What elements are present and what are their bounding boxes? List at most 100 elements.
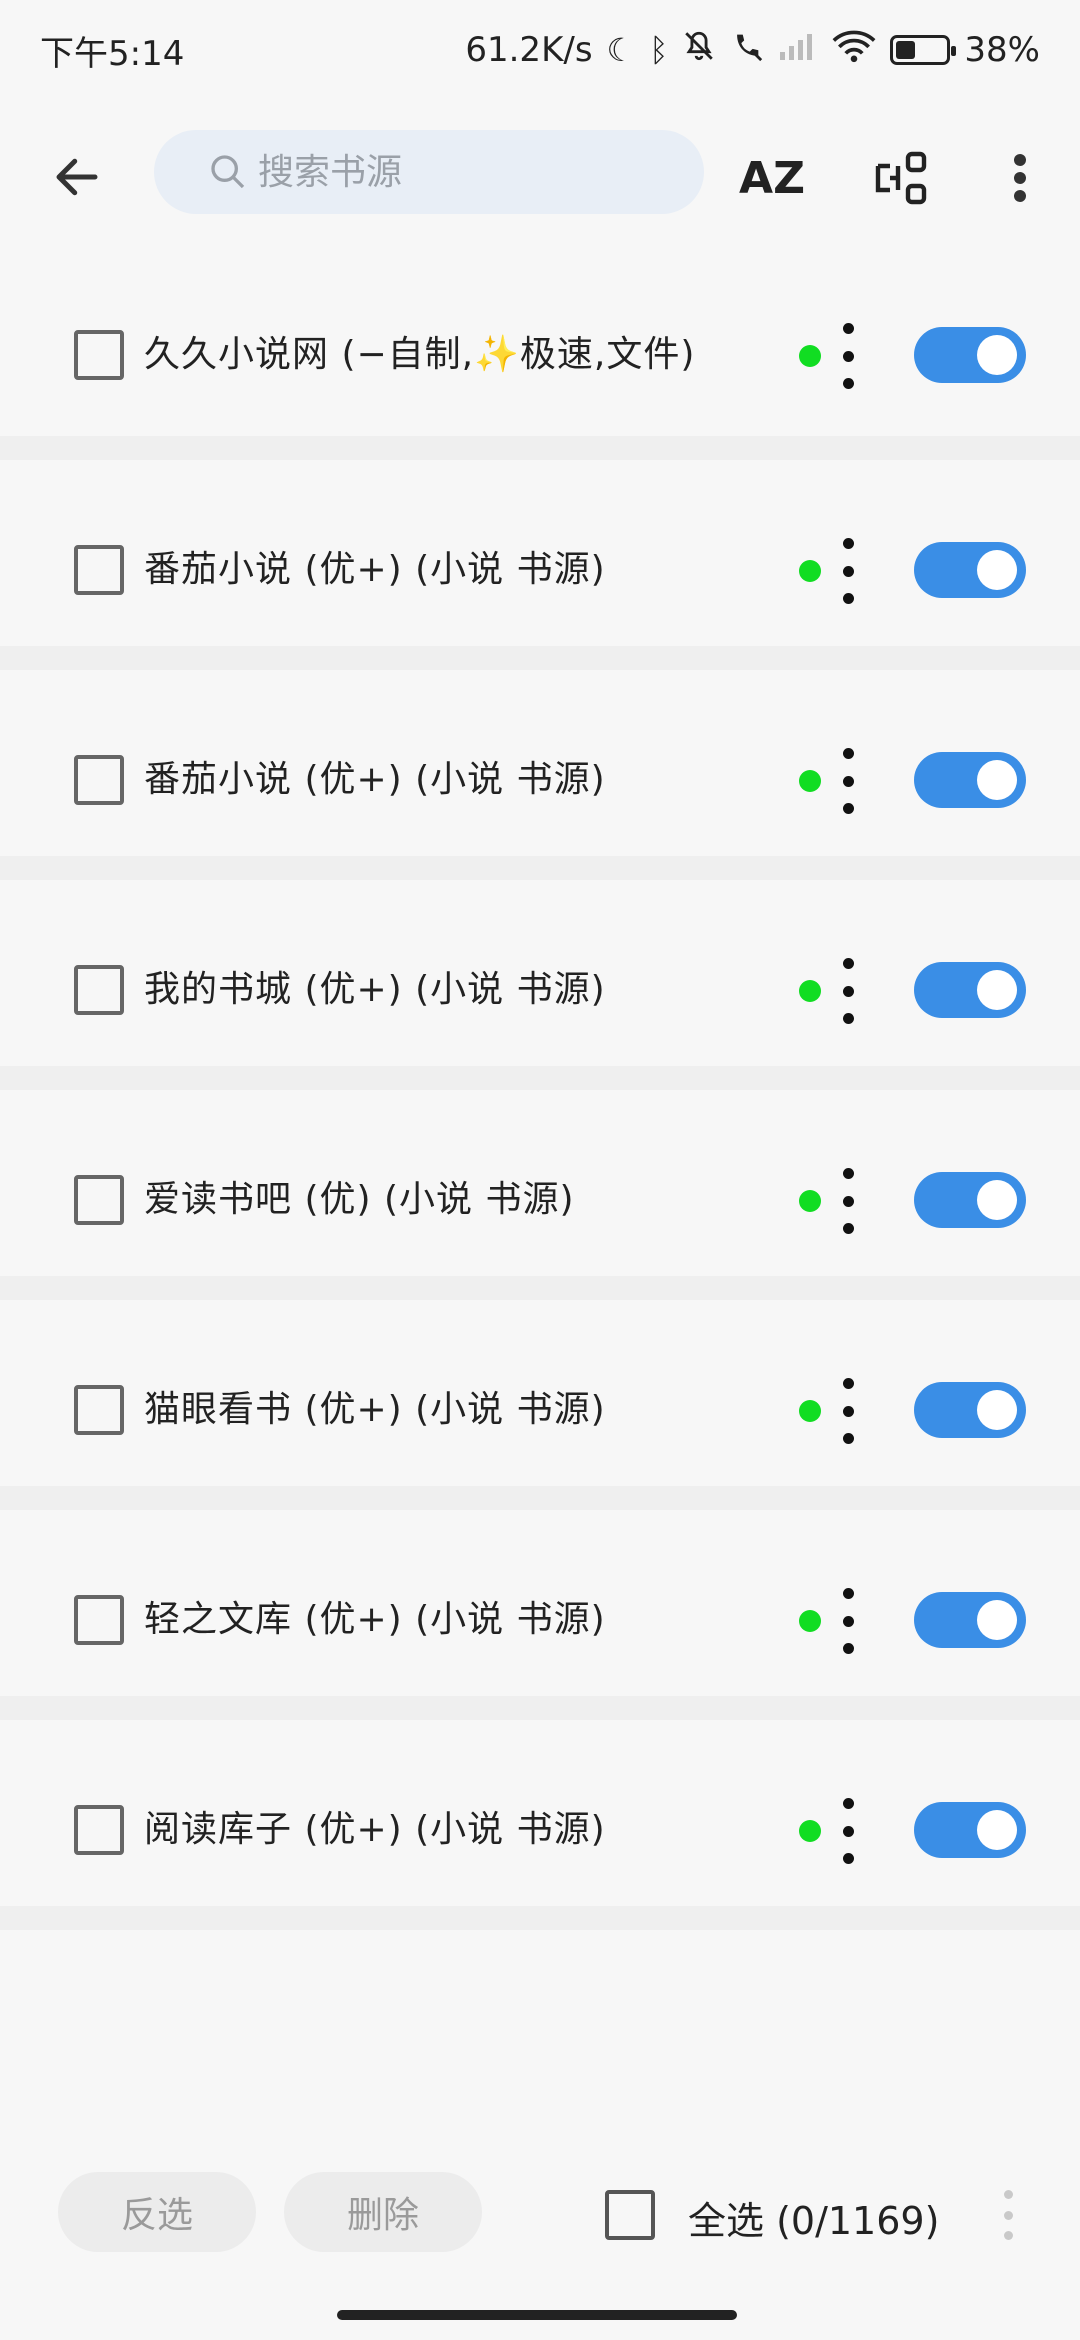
status-dot-icon [799, 770, 821, 792]
status-dot-icon [799, 1400, 821, 1422]
source-checkbox[interactable] [74, 1385, 124, 1435]
select-all-label[interactable]: 全选 (0/1169) [688, 2190, 939, 2245]
source-row[interactable]: 番茄小说 (优+) (小说 书源) [0, 460, 1080, 670]
more-dot-icon [842, 1013, 854, 1024]
more-dot-icon [842, 1195, 854, 1207]
source-checkbox[interactable] [74, 330, 124, 380]
source-enable-toggle[interactable] [914, 752, 1026, 808]
status-icons: 61.2K/s ☾ ᛒ 38% [465, 29, 1040, 71]
more-dot-icon [842, 748, 854, 759]
row-more-button[interactable] [830, 1378, 866, 1444]
search-icon [211, 155, 245, 189]
source-checkbox[interactable] [74, 1595, 124, 1645]
source-enable-toggle[interactable] [914, 1382, 1026, 1438]
row-more-button[interactable] [830, 1588, 866, 1654]
bottom-action-bar: 反选 删除 全选 (0/1169) [0, 2120, 1080, 2340]
more-dot-icon [842, 1825, 854, 1837]
toggle-knob [977, 1390, 1017, 1430]
sort-az-icon: AZ [739, 152, 805, 204]
search-input[interactable] [258, 151, 658, 193]
toolbar: AZ [0, 120, 1080, 230]
source-row[interactable]: 番茄小说 (优+) (小说 书源) [0, 670, 1080, 880]
more-dot-icon [842, 958, 854, 969]
more-dot-icon [842, 1223, 854, 1234]
back-button[interactable] [40, 140, 114, 214]
signal-icon [778, 30, 818, 70]
group-button[interactable] [862, 138, 942, 218]
more-dot-icon [842, 1168, 854, 1179]
more-dot-icon [1003, 2190, 1013, 2199]
more-dot-icon [1003, 2210, 1013, 2220]
delete-button[interactable]: 删除 [284, 2172, 482, 2252]
status-dot-icon [799, 980, 821, 1002]
toggle-knob [977, 550, 1017, 590]
battery-percent: 38% [964, 30, 1040, 70]
more-dot-icon [842, 1378, 854, 1389]
source-checkbox[interactable] [74, 1805, 124, 1855]
source-enable-toggle[interactable] [914, 327, 1026, 383]
source-checkbox[interactable] [74, 1175, 124, 1225]
source-name: 猫眼看书 (优+) (小说 书源) [144, 1389, 606, 1430]
source-name: 久久小说网 (−自制,✨极速,文件) [144, 334, 696, 375]
moon-icon: ☾ [606, 31, 636, 69]
source-enable-toggle[interactable] [914, 1802, 1026, 1858]
source-row[interactable]: 阅读库子 (优+) (小说 书源) [0, 1720, 1080, 1930]
select-all-checkbox[interactable] [605, 2190, 655, 2240]
source-name: 番茄小说 (优+) (小说 书源) [144, 759, 606, 800]
sort-button[interactable]: AZ [732, 138, 812, 218]
wifi-icon [832, 29, 876, 71]
more-dot-icon [842, 1853, 854, 1864]
source-enable-toggle[interactable] [914, 542, 1026, 598]
battery-icon [890, 35, 957, 65]
source-row[interactable]: 久久小说网 (−自制,✨极速,文件) [0, 245, 1080, 460]
status-dot-icon [799, 1820, 821, 1842]
source-name: 爱读书吧 (优) (小说 书源) [144, 1179, 575, 1220]
bottom-more-button[interactable] [1000, 2190, 1016, 2240]
status-dot-icon [799, 1190, 821, 1212]
source-checkbox[interactable] [74, 965, 124, 1015]
status-bar: 下午5:14 61.2K/s ☾ ᛒ 38% [0, 0, 1080, 100]
source-row[interactable]: 轻之文库 (优+) (小说 书源) [0, 1510, 1080, 1720]
source-row[interactable]: 我的书城 (优+) (小说 书源) [0, 880, 1080, 1090]
status-dot-icon [799, 345, 821, 367]
status-dot-icon [799, 560, 821, 582]
more-dot-icon [842, 1615, 854, 1627]
more-menu-button[interactable] [980, 138, 1060, 218]
source-row[interactable]: 爱读书吧 (优) (小说 书源) [0, 1090, 1080, 1300]
more-dot-icon [842, 1798, 854, 1809]
toggle-knob [977, 1810, 1017, 1850]
row-more-button[interactable] [830, 1168, 866, 1234]
mute-icon [682, 29, 716, 71]
source-checkbox[interactable] [74, 545, 124, 595]
source-enable-toggle[interactable] [914, 1592, 1026, 1648]
row-more-button[interactable] [830, 323, 866, 389]
row-more-button[interactable] [830, 1798, 866, 1864]
more-dot-icon [842, 985, 854, 997]
status-time: 下午5:14 [40, 33, 185, 74]
toggle-knob [977, 1600, 1017, 1640]
source-name: 番茄小说 (优+) (小说 书源) [144, 549, 606, 590]
row-more-button[interactable] [830, 748, 866, 814]
status-dot-icon [799, 1610, 821, 1632]
toggle-knob [977, 1180, 1017, 1220]
source-enable-toggle[interactable] [914, 962, 1026, 1018]
more-dot-icon [842, 350, 854, 362]
more-dot-icon [842, 378, 854, 389]
toggle-knob [977, 970, 1017, 1010]
source-checkbox[interactable] [74, 755, 124, 805]
home-indicator[interactable] [337, 2310, 737, 2320]
source-name: 阅读库子 (优+) (小说 书源) [144, 1809, 606, 1850]
search-bar[interactable] [154, 130, 704, 214]
source-name: 轻之文库 (优+) (小说 书源) [144, 1599, 606, 1640]
more-dot-icon [842, 593, 854, 604]
row-more-button[interactable] [830, 958, 866, 1024]
source-name: 我的书城 (优+) (小说 书源) [144, 969, 606, 1010]
more-dot-icon [842, 538, 854, 549]
source-enable-toggle[interactable] [914, 1172, 1026, 1228]
source-row[interactable]: 猫眼看书 (优+) (小说 书源) [0, 1300, 1080, 1510]
more-dot-icon [842, 565, 854, 577]
invert-selection-button[interactable]: 反选 [58, 2172, 256, 2252]
source-list: 久久小说网 (−自制,✨极速,文件) 番茄小说 (优+) (小说 书源) 番茄小说 … [0, 245, 1080, 1930]
row-more-button[interactable] [830, 538, 866, 604]
bluetooth-icon: ᛒ [649, 31, 669, 69]
